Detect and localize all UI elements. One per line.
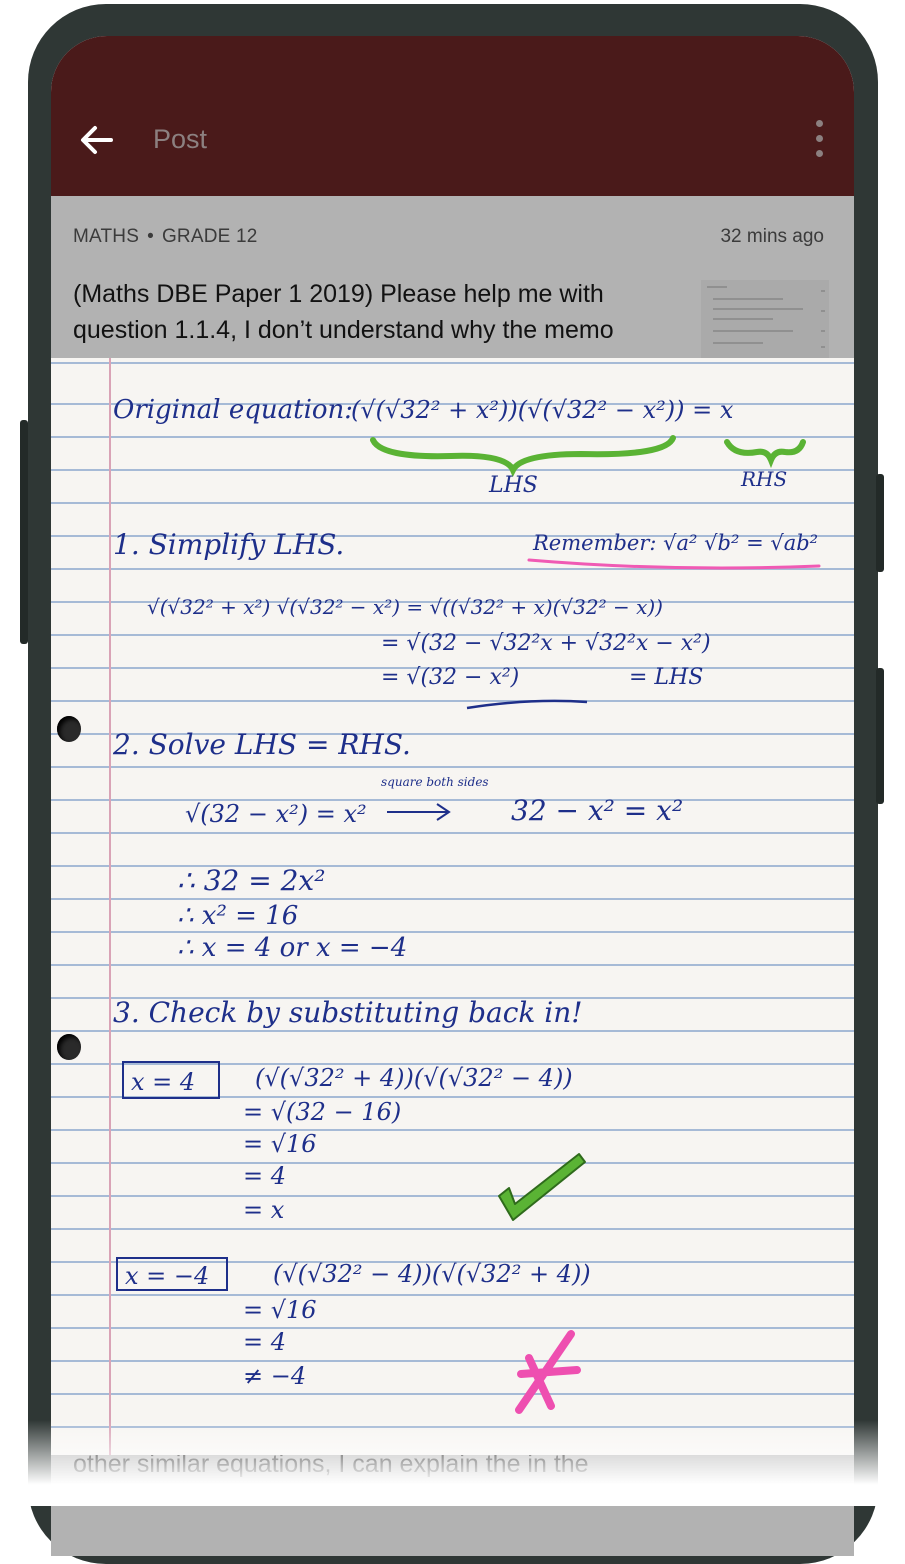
step2-line3: ∴ x² = 16 [177, 901, 298, 931]
power-button [20, 420, 28, 644]
case2-box-label: x = −4 [125, 1262, 209, 1290]
line1-equation: (√(√32² + x²))(√(√32² − x²)) = x [351, 396, 734, 424]
case1-line2: = √(32 − 16) [243, 1098, 401, 1126]
line1-label: Original equation: [113, 395, 353, 425]
attached-image-notebook[interactable]: Original equation: (√(√32² + x²))(√(√32²… [51, 358, 854, 1455]
step1-line3b: = LHS [629, 665, 703, 690]
volume-button-2 [876, 668, 884, 804]
post-meta: MATHS • GRADE 12 [73, 226, 258, 248]
step2-line1b: 32 − x² = x² [511, 794, 683, 827]
implies-arrow [387, 803, 451, 821]
subject-tag[interactable]: MATHS [73, 226, 139, 247]
remember-note: Remember: √a² √b² = √ab² [532, 531, 818, 555]
green-check-icon [498, 1153, 586, 1221]
step1-line3a: = √(32 − x²) [381, 665, 519, 690]
rhs-label: RHS [740, 467, 787, 491]
case1-line3: = √16 [243, 1130, 317, 1158]
step2-line2: ∴ 32 = 2x² [177, 864, 325, 897]
case2-line3: = 4 [243, 1328, 286, 1356]
step1-line1: √(√32² + x²) √(√32² − x²) = √((√32² + x)… [147, 595, 663, 619]
volume-button [876, 474, 884, 572]
page-title: Post [153, 124, 208, 154]
step3-title: 3. Check by substituting back in! [113, 996, 583, 1029]
case2-line2: = √16 [243, 1296, 317, 1324]
step1-title: 1. Simplify LHS. [113, 528, 344, 561]
more-vertical-icon[interactable] [809, 120, 829, 164]
step2-title: 2. Solve LHS = RHS. [112, 728, 411, 761]
post-timestamp: 32 mins ago [720, 226, 824, 247]
case2-line1: (√(√32² − 4))(√(√32² + 4)) [273, 1260, 591, 1288]
step1-underline [466, 699, 588, 710]
handwritten-solution: Original equation: (√(√32² + x²))(√(√32²… [112, 395, 821, 1414]
grade-tag[interactable]: GRADE 12 [162, 226, 258, 247]
post-text: (Maths DBE Paper 1 2019) Please help me … [73, 280, 614, 344]
meta-separator: • [147, 226, 154, 247]
square-both-sides-note: square both sides [381, 775, 489, 789]
lhs-label: LHS [488, 473, 538, 498]
pink-cross-icon [515, 1330, 581, 1414]
remember-underline [527, 558, 821, 570]
case1-line4: = 4 [243, 1162, 286, 1190]
step2-line1a: √(32 − x²) = x² [185, 800, 367, 828]
case1-box-label: x = 4 [131, 1068, 195, 1096]
case2-line4: ≠ −4 [243, 1362, 306, 1390]
back-arrow-icon[interactable] [77, 120, 117, 160]
step2-line4: ∴ x = 4 or x = −4 [177, 933, 407, 963]
attachment-thumbnail[interactable] [701, 280, 829, 360]
lhs-brace [370, 435, 676, 478]
case1-line5: = x [243, 1196, 285, 1224]
rhs-brace [724, 439, 806, 469]
app-bar: Post [51, 36, 854, 196]
case1-line1: (√(√32² + 4))(√(√32² − 4)) [255, 1064, 573, 1092]
step1-line2: = √(32 − √32²x + √32²x − x²) [381, 631, 711, 656]
